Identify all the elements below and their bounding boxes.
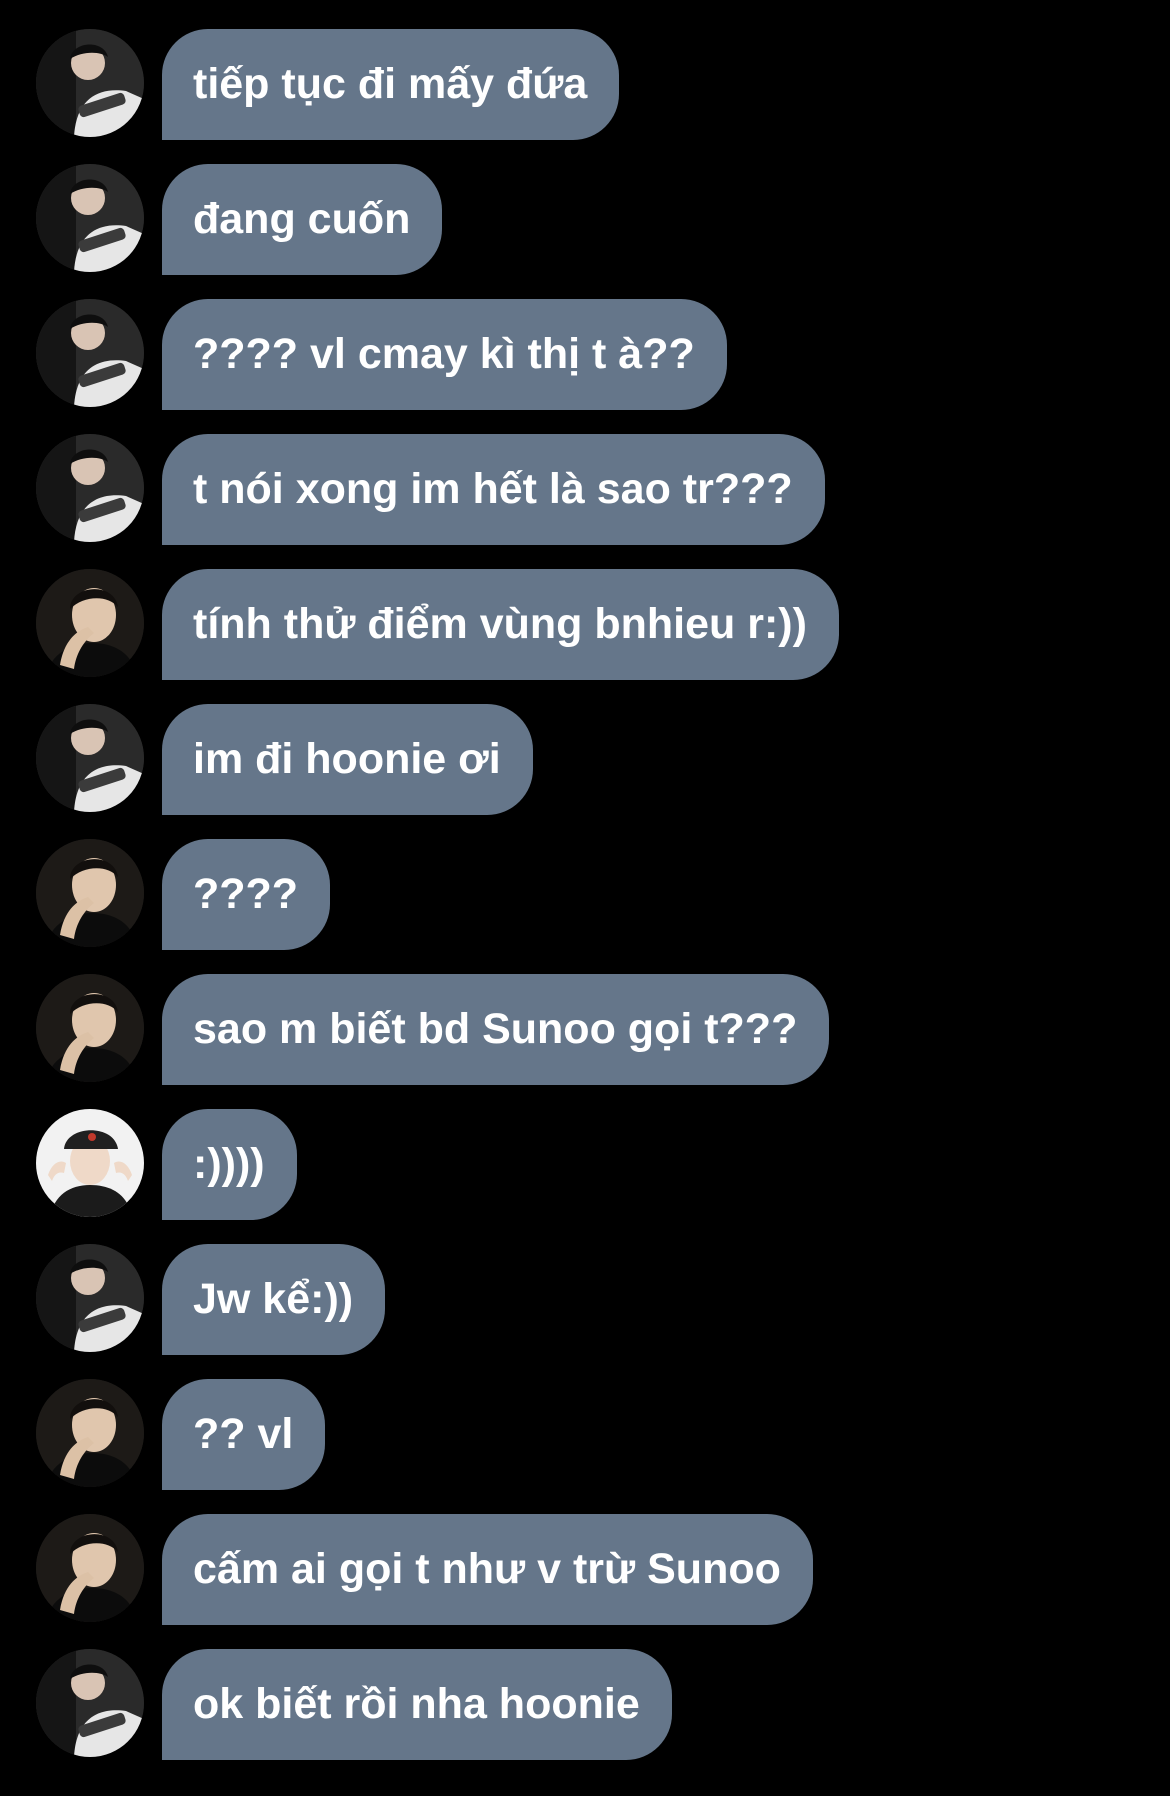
avatar-guitar-player-image (36, 299, 144, 407)
avatar[interactable] (36, 434, 144, 542)
message-row: ???? (0, 839, 1170, 950)
avatar[interactable] (36, 29, 144, 137)
avatar[interactable] (36, 164, 144, 272)
avatar[interactable] (36, 974, 144, 1082)
avatar[interactable] (36, 704, 144, 812)
avatar[interactable] (36, 1244, 144, 1352)
message-bubble[interactable]: cấm ai gọi t như v trừ Sunoo (162, 1514, 813, 1625)
avatar[interactable] (36, 1649, 144, 1757)
avatar-guitar-player-image (36, 29, 144, 137)
message-row: :)))) (0, 1109, 1170, 1220)
avatar[interactable] (36, 1109, 144, 1217)
message-bubble[interactable]: t nói xong im hết là sao tr??? (162, 434, 825, 545)
message-list[interactable]: tiếp tục đi mấy đứa đang cuốn ???? vl cmay… (0, 29, 1170, 1784)
avatar-guitar-player-image (36, 434, 144, 542)
avatar-guitar-player-image (36, 1244, 144, 1352)
message-row: ?? vl (0, 1379, 1170, 1490)
message-bubble[interactable]: tính thử điểm vùng bnhieu r:)) (162, 569, 839, 680)
chat-screen: { "colors": { "background": "#000000", "… (0, 0, 1170, 1796)
avatar[interactable] (36, 569, 144, 677)
avatar-guitar-player-image (36, 1649, 144, 1757)
message-row: im đi hoonie ơi (0, 704, 1170, 815)
message-row: ???? vl cmay kì thị t à?? (0, 299, 1170, 410)
avatar-hand-on-face-image (36, 569, 144, 677)
avatar[interactable] (36, 1514, 144, 1622)
message-bubble[interactable]: ???? (162, 839, 331, 950)
message-row: đang cuốn (0, 164, 1170, 275)
message-row: tiếp tục đi mấy đứa (0, 29, 1170, 140)
message-row: t nói xong im hết là sao tr??? (0, 434, 1170, 545)
message-row: cấm ai gọi t như v trừ Sunoo (0, 1514, 1170, 1625)
message-row: tính thử điểm vùng bnhieu r:)) (0, 569, 1170, 680)
message-bubble[interactable]: tiếp tục đi mấy đứa (162, 29, 620, 140)
avatar-hand-on-face-image (36, 1379, 144, 1487)
avatar[interactable] (36, 1379, 144, 1487)
message-bubble[interactable]: :)))) (162, 1109, 297, 1220)
avatar-hand-on-face-image (36, 839, 144, 947)
avatar[interactable] (36, 839, 144, 947)
avatar-red-cap-image (36, 1109, 144, 1217)
message-bubble[interactable]: ok biết rồi nha hoonie (162, 1649, 672, 1760)
message-bubble[interactable]: ???? vl cmay kì thị t à?? (162, 299, 727, 410)
message-row: sao m biết bd Sunoo gọi t??? (0, 974, 1170, 1085)
message-bubble[interactable]: đang cuốn (162, 164, 443, 275)
message-bubble[interactable]: im đi hoonie ơi (162, 704, 533, 815)
avatar-guitar-player-image (36, 704, 144, 812)
message-bubble[interactable]: Jw kể:)) (162, 1244, 386, 1355)
avatar-hand-on-face-image (36, 1514, 144, 1622)
avatar[interactable] (36, 299, 144, 407)
avatar-guitar-player-image (36, 164, 144, 272)
message-bubble[interactable]: ?? vl (162, 1379, 326, 1490)
message-bubble[interactable]: sao m biết bd Sunoo gọi t??? (162, 974, 830, 1085)
message-row: ok biết rồi nha hoonie (0, 1649, 1170, 1760)
message-row: Jw kể:)) (0, 1244, 1170, 1355)
avatar-hand-on-face-image (36, 974, 144, 1082)
